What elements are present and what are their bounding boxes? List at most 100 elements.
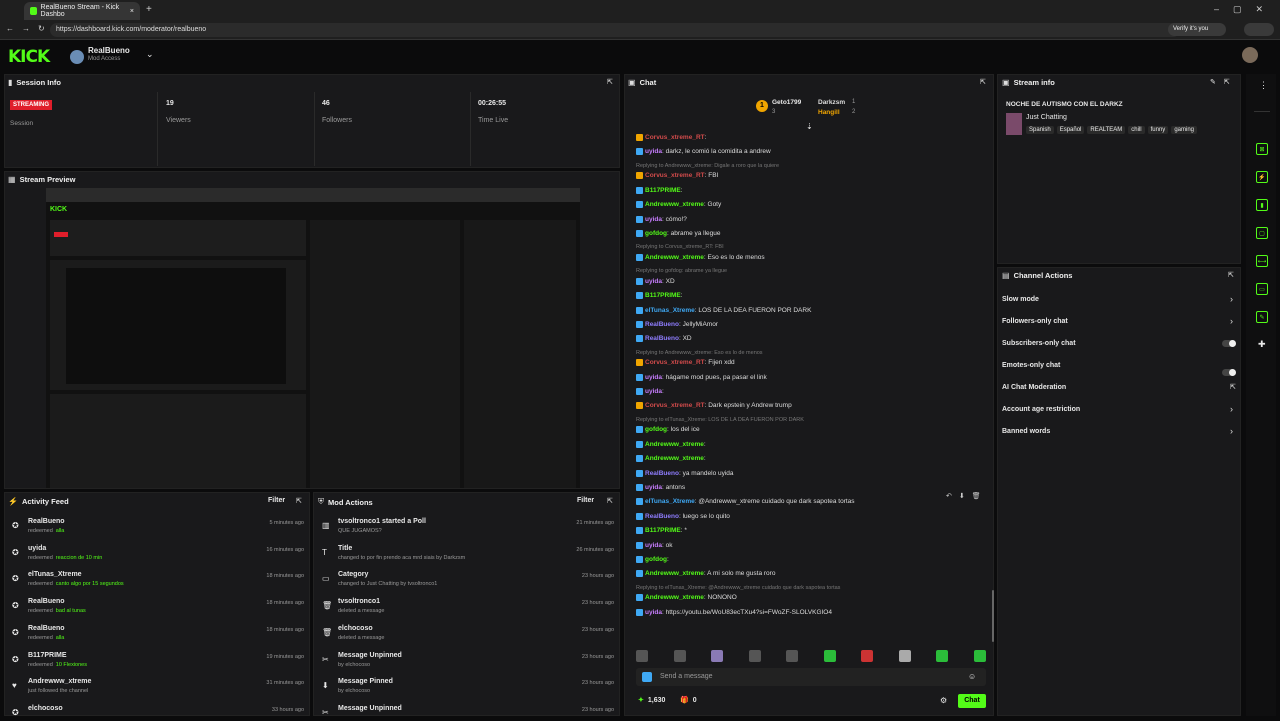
sidebar-tool-icon[interactable]: ▮: [1256, 199, 1268, 211]
chat-username[interactable]: RealBueno: [645, 470, 679, 477]
chevron-right-icon[interactable]: ›: [1230, 404, 1233, 414]
chat-message[interactable]: Andrewww_xtreme: A mi solo me gusta roro: [636, 570, 775, 578]
chat-username[interactable]: Corvus_xtreme_RT: [645, 134, 705, 141]
chat-message[interactable]: Andrewww_xtreme: Goty: [636, 201, 721, 208]
popout-icon[interactable]: ⇱: [980, 78, 986, 86]
chat-username[interactable]: Corvus_xtreme_RT: [645, 403, 705, 410]
chat-message[interactable]: gofdog:: [636, 555, 669, 563]
activity-user[interactable]: RealBueno: [28, 518, 65, 525]
chat-message[interactable]: Corvus_xtreme_RT: Fijen xdd: [636, 359, 735, 366]
chat-username[interactable]: Andrewww_xtreme: [645, 455, 704, 462]
chat-username[interactable]: Corvus_xtreme_RT: [645, 359, 705, 366]
chat-username[interactable]: RealBueno: [645, 336, 679, 343]
chat-message[interactable]: Andrewww_xtreme: Eso es lo de menos: [636, 253, 765, 261]
chevron-right-icon[interactable]: ›: [1230, 426, 1233, 436]
new-tab-icon[interactable]: +: [146, 4, 152, 15]
gear-icon[interactable]: ⚙: [940, 696, 947, 705]
channel-action-label[interactable]: Subscribers-only chat: [1002, 340, 1076, 347]
verify-button[interactable]: Verify it's you: [1168, 23, 1227, 36]
chat-username[interactable]: uyida: [645, 374, 662, 381]
sidebar-tool-icon[interactable]: ⟷: [1256, 255, 1268, 267]
channel-points[interactable]: 1,630: [648, 697, 666, 704]
chat-message[interactable]: Corvus_xtreme_RT:: [636, 134, 706, 141]
chat-username[interactable]: gofdog: [645, 427, 667, 434]
channel-action-label[interactable]: AI Chat Moderation: [1002, 384, 1066, 391]
emote-icon[interactable]: [861, 650, 874, 662]
tag-chip[interactable]: Español: [1056, 126, 1085, 134]
external-link-icon[interactable]: ⇱: [1230, 383, 1236, 391]
emote-bar[interactable]: [636, 650, 986, 664]
chat-message[interactable]: uyida: antons: [636, 483, 685, 491]
chat-username[interactable]: uyida: [645, 149, 662, 156]
channel-action-label[interactable]: Banned words: [1002, 428, 1050, 435]
popout-icon[interactable]: ⇱: [1228, 271, 1234, 279]
chat-username[interactable]: uyida: [645, 216, 662, 223]
chat-username[interactable]: elTunas_Xtreme: [645, 499, 695, 506]
profile-chip[interactable]: [1244, 23, 1274, 36]
chat-input[interactable]: Send a message: [660, 673, 713, 680]
chat-message[interactable]: uyida:: [636, 388, 664, 395]
tag-chip[interactable]: gaming: [1171, 126, 1197, 134]
chat-message[interactable]: RealBueno: XD: [636, 335, 692, 343]
chat-message[interactable]: Andrewww_xtreme:: [636, 455, 706, 462]
stream-video[interactable]: KICK: [46, 188, 580, 488]
chat-message[interactable]: B117PRIME: *: [636, 527, 687, 534]
chat-username[interactable]: Andrewww_xtreme: [645, 571, 704, 578]
category-name[interactable]: Just Chatting: [1026, 114, 1067, 121]
chat-username[interactable]: RealBueno: [645, 513, 679, 520]
chat-message[interactable]: RealBueno: luego se lo quito: [636, 512, 730, 520]
message-actions[interactable]: ↶⬇🗑: [946, 492, 988, 500]
emote-icon[interactable]: [711, 650, 724, 662]
emote-icon[interactable]: [973, 650, 986, 662]
pin-icon[interactable]: ⇣: [806, 122, 813, 131]
emote-icon[interactable]: [786, 650, 799, 662]
emote-icon[interactable]: [823, 650, 836, 662]
chat-message[interactable]: uyida: ok: [636, 541, 672, 549]
chat-username[interactable]: uyida: [645, 484, 662, 491]
emote-icon[interactable]: [636, 650, 648, 662]
chat-message[interactable]: gofdog: abrame ya llegue: [636, 229, 721, 237]
activity-user[interactable]: B117PRIME: [28, 652, 67, 659]
gift-count[interactable]: 0: [693, 697, 697, 704]
chat-username[interactable]: B117PRIME: [645, 292, 681, 299]
sidebar-tool-icon[interactable]: ⚡: [1256, 171, 1268, 183]
url-input[interactable]: https://dashboard.kick.com/moderator/rea…: [50, 23, 1180, 37]
emote-icon[interactable]: [673, 650, 686, 662]
edit-icon[interactable]: ✎⇱: [1210, 78, 1238, 86]
chat-message[interactable]: gofdog: los del ice: [636, 426, 700, 434]
chat-message[interactable]: B117PRIME:: [636, 186, 683, 194]
popout-icon[interactable]: ⇱: [607, 497, 613, 505]
chat-message[interactable]: RealBueno: ya mandelo uyida: [636, 469, 734, 477]
chat-username[interactable]: B117PRIME: [645, 527, 681, 534]
tag-chip[interactable]: funny: [1147, 126, 1169, 134]
chat-username[interactable]: elTunas_Xtreme: [645, 307, 695, 314]
channel-action-label[interactable]: Followers-only chat: [1002, 318, 1068, 325]
chevron-right-icon[interactable]: ›: [1230, 316, 1233, 326]
chat-username[interactable]: Andrewww_xtreme: [645, 594, 704, 601]
sidebar-tool-icon[interactable]: ✎: [1256, 311, 1268, 323]
chat-message[interactable]: Corvus_xtreme_RT: Dark epstein y Andrew …: [636, 402, 792, 410]
chat-username[interactable]: uyida: [645, 278, 662, 285]
chat-username[interactable]: Corvus_xtreme_RT: [645, 173, 705, 180]
user-avatar[interactable]: [1242, 47, 1258, 63]
chat-message[interactable]: uyida: XD: [636, 277, 675, 285]
filter-button[interactable]: Filter: [577, 497, 594, 504]
emote-icon[interactable]: [748, 650, 761, 662]
activity-user[interactable]: Andrewww_xtreme: [28, 678, 91, 685]
chat-message[interactable]: elTunas_Xtreme: @Andrewww_xtreme cuidado…: [636, 498, 855, 506]
chat-message[interactable]: uyida: https://youtu.be/WoU83ecTXu4?si=F…: [636, 608, 832, 616]
chat-username[interactable]: Andrewww_xtreme: [645, 254, 704, 261]
channel-action-label[interactable]: Slow mode: [1002, 296, 1039, 303]
activity-user[interactable]: uyida: [28, 545, 46, 552]
chevron-right-icon[interactable]: ›: [1230, 294, 1233, 304]
chat-username[interactable]: Andrewww_xtreme: [645, 441, 704, 448]
send-chat-button[interactable]: Chat: [958, 694, 986, 708]
filter-button[interactable]: Filter: [268, 497, 285, 504]
chat-message[interactable]: uyida: cómo!?: [636, 215, 687, 223]
sidebar-tool-icon[interactable]: ▭: [1256, 283, 1268, 295]
chevron-down-icon[interactable]: ⌄: [146, 49, 154, 60]
chat-message[interactable]: uyida: darkz, le comió la comidita a and…: [636, 148, 771, 156]
emote-icon[interactable]: [936, 650, 949, 662]
tag-chip[interactable]: REALTEAM: [1087, 126, 1126, 134]
toggle-switch[interactable]: [1222, 340, 1236, 347]
